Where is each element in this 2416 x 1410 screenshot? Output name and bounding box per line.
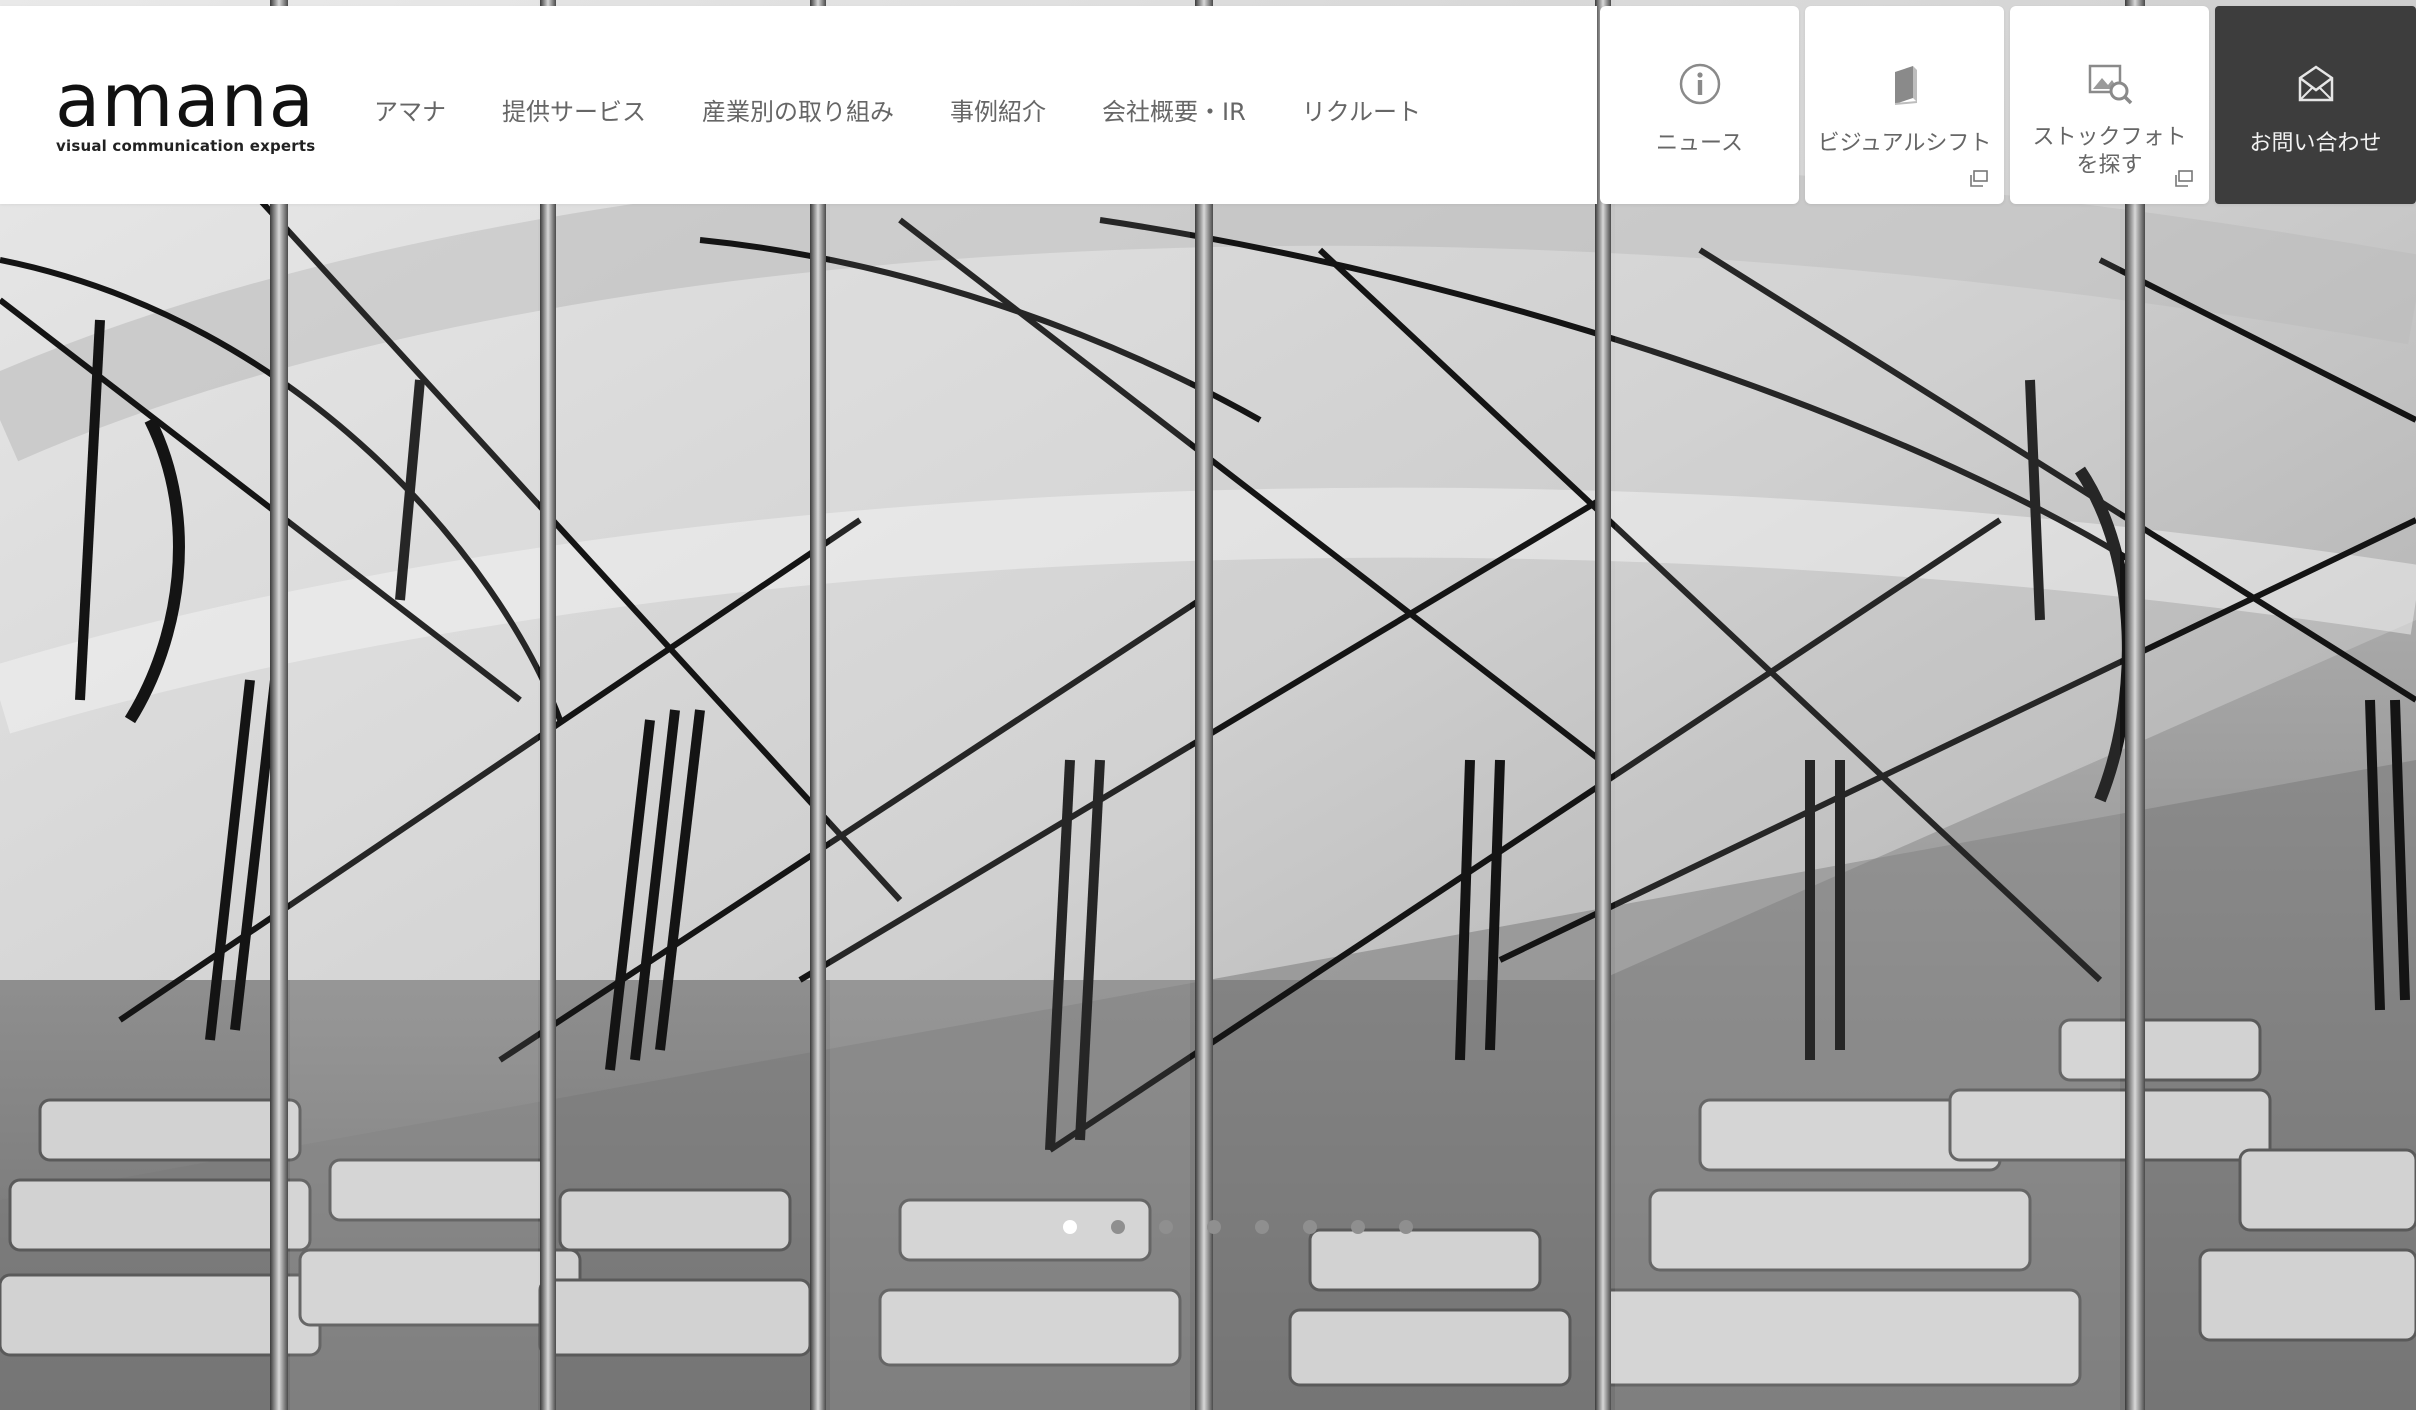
image-search-icon	[2088, 64, 2132, 105]
nav-item-case-studies[interactable]: 事例紹介	[950, 92, 1046, 132]
external-link-icon	[1970, 170, 1988, 187]
hero-slider[interactable]	[0, 0, 2416, 1410]
nav-item-amana[interactable]: アマナ	[374, 92, 446, 132]
slider-dot-3[interactable]	[1159, 1220, 1173, 1234]
contact-label: お問い合わせ	[2249, 131, 2382, 156]
slider-dot-6[interactable]	[1303, 1220, 1317, 1234]
stock-photo-label-line1: ストックフォト	[2032, 125, 2187, 150]
slider-dot-8[interactable]	[1399, 1220, 1413, 1234]
nav-item-services[interactable]: 提供サービス	[502, 92, 646, 132]
news-label: ニュース	[1656, 131, 1743, 156]
contact-button[interactable]: お問い合わせ	[2215, 6, 2416, 204]
slider-dot-7[interactable]	[1351, 1220, 1365, 1234]
visual-shift-label: ビジュアルシフト	[1817, 131, 1992, 156]
logo-wordmark: amana	[55, 58, 316, 144]
stock-photo-button[interactable]: ストックフォト を探す	[2010, 6, 2209, 204]
visual-shift-button[interactable]: ビジュアルシフト	[1805, 6, 2004, 204]
logo-tagline: visual communication experts	[56, 137, 316, 155]
news-button[interactable]: ニュース	[1600, 6, 1799, 204]
page: amana visual communication experts アマナ 提…	[0, 0, 2416, 1410]
slider-dot-4[interactable]	[1207, 1220, 1221, 1234]
info-icon	[1679, 63, 1720, 105]
site-header: amana visual communication experts アマナ 提…	[0, 6, 1597, 204]
amana-logo[interactable]: amana visual communication experts	[55, 64, 315, 164]
main-navigation: アマナ 提供サービス 産業別の取り組み 事例紹介 会社概要・IR リクルート	[374, 92, 1421, 132]
hero-image	[0, 0, 2416, 1410]
nav-item-recruit[interactable]: リクルート	[1302, 92, 1421, 132]
slider-pagination	[1063, 1220, 1413, 1234]
slider-dot-5[interactable]	[1255, 1220, 1269, 1234]
book-icon	[1894, 66, 1917, 105]
nav-item-company-ir[interactable]: 会社概要・IR	[1102, 92, 1246, 132]
external-link-icon	[2175, 170, 2193, 187]
nav-item-industries[interactable]: 産業別の取り組み	[702, 92, 894, 132]
slider-dot-1[interactable]	[1063, 1220, 1077, 1234]
envelope-icon	[2298, 65, 2333, 102]
slider-dot-2[interactable]	[1111, 1220, 1125, 1234]
